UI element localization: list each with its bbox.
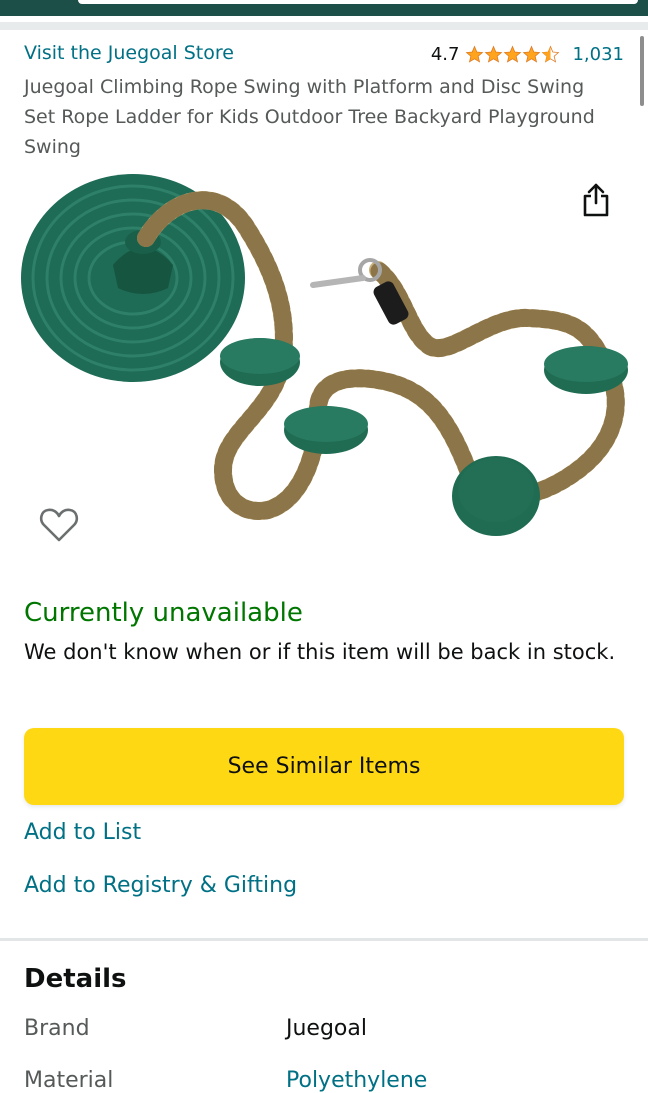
product-image[interactable] (18, 170, 633, 550)
star-full-icon (485, 45, 503, 63)
stock-message: We don't know when or if this item will … (24, 640, 616, 664)
climbing-disc (544, 346, 628, 394)
star-full-icon (523, 45, 541, 63)
rating-summary[interactable]: 4.7 1,031 (431, 44, 624, 65)
availability-status: Currently unavailable (24, 598, 303, 628)
section-divider (0, 938, 648, 941)
climbing-disc (284, 406, 368, 454)
details-heading: Details (24, 964, 127, 994)
product-title: Juegoal Climbing Rope Swing with Platfor… (24, 76, 595, 158)
climbing-disc (452, 456, 540, 536)
rating-count-link[interactable]: 1,031 (572, 44, 624, 65)
detail-key: Brand (24, 1016, 90, 1041)
star-rating (465, 45, 560, 64)
visit-store-link[interactable]: Visit the Juegoal Store (24, 42, 234, 64)
app-header-bar (0, 0, 648, 16)
detail-key: Material (24, 1068, 114, 1093)
heart-icon[interactable] (38, 504, 80, 546)
star-full-icon (466, 45, 484, 63)
star-full-icon (504, 45, 522, 63)
scrollbar-thumb[interactable] (640, 36, 644, 106)
detail-value: Juegoal (286, 1016, 367, 1041)
header-divider (0, 22, 648, 30)
share-icon[interactable] (580, 182, 612, 218)
search-bar-edge[interactable] (78, 0, 638, 4)
add-to-registry-link[interactable]: Add to Registry & Gifting (24, 873, 297, 898)
rating-score: 4.7 (430, 44, 460, 65)
detail-value-link[interactable]: Polyethylene (286, 1068, 427, 1093)
add-to-list-link[interactable]: Add to List (24, 820, 141, 845)
climbing-disc (220, 338, 300, 386)
star-half-icon (542, 45, 560, 63)
see-similar-items-button[interactable]: See Similar Items (24, 728, 624, 805)
